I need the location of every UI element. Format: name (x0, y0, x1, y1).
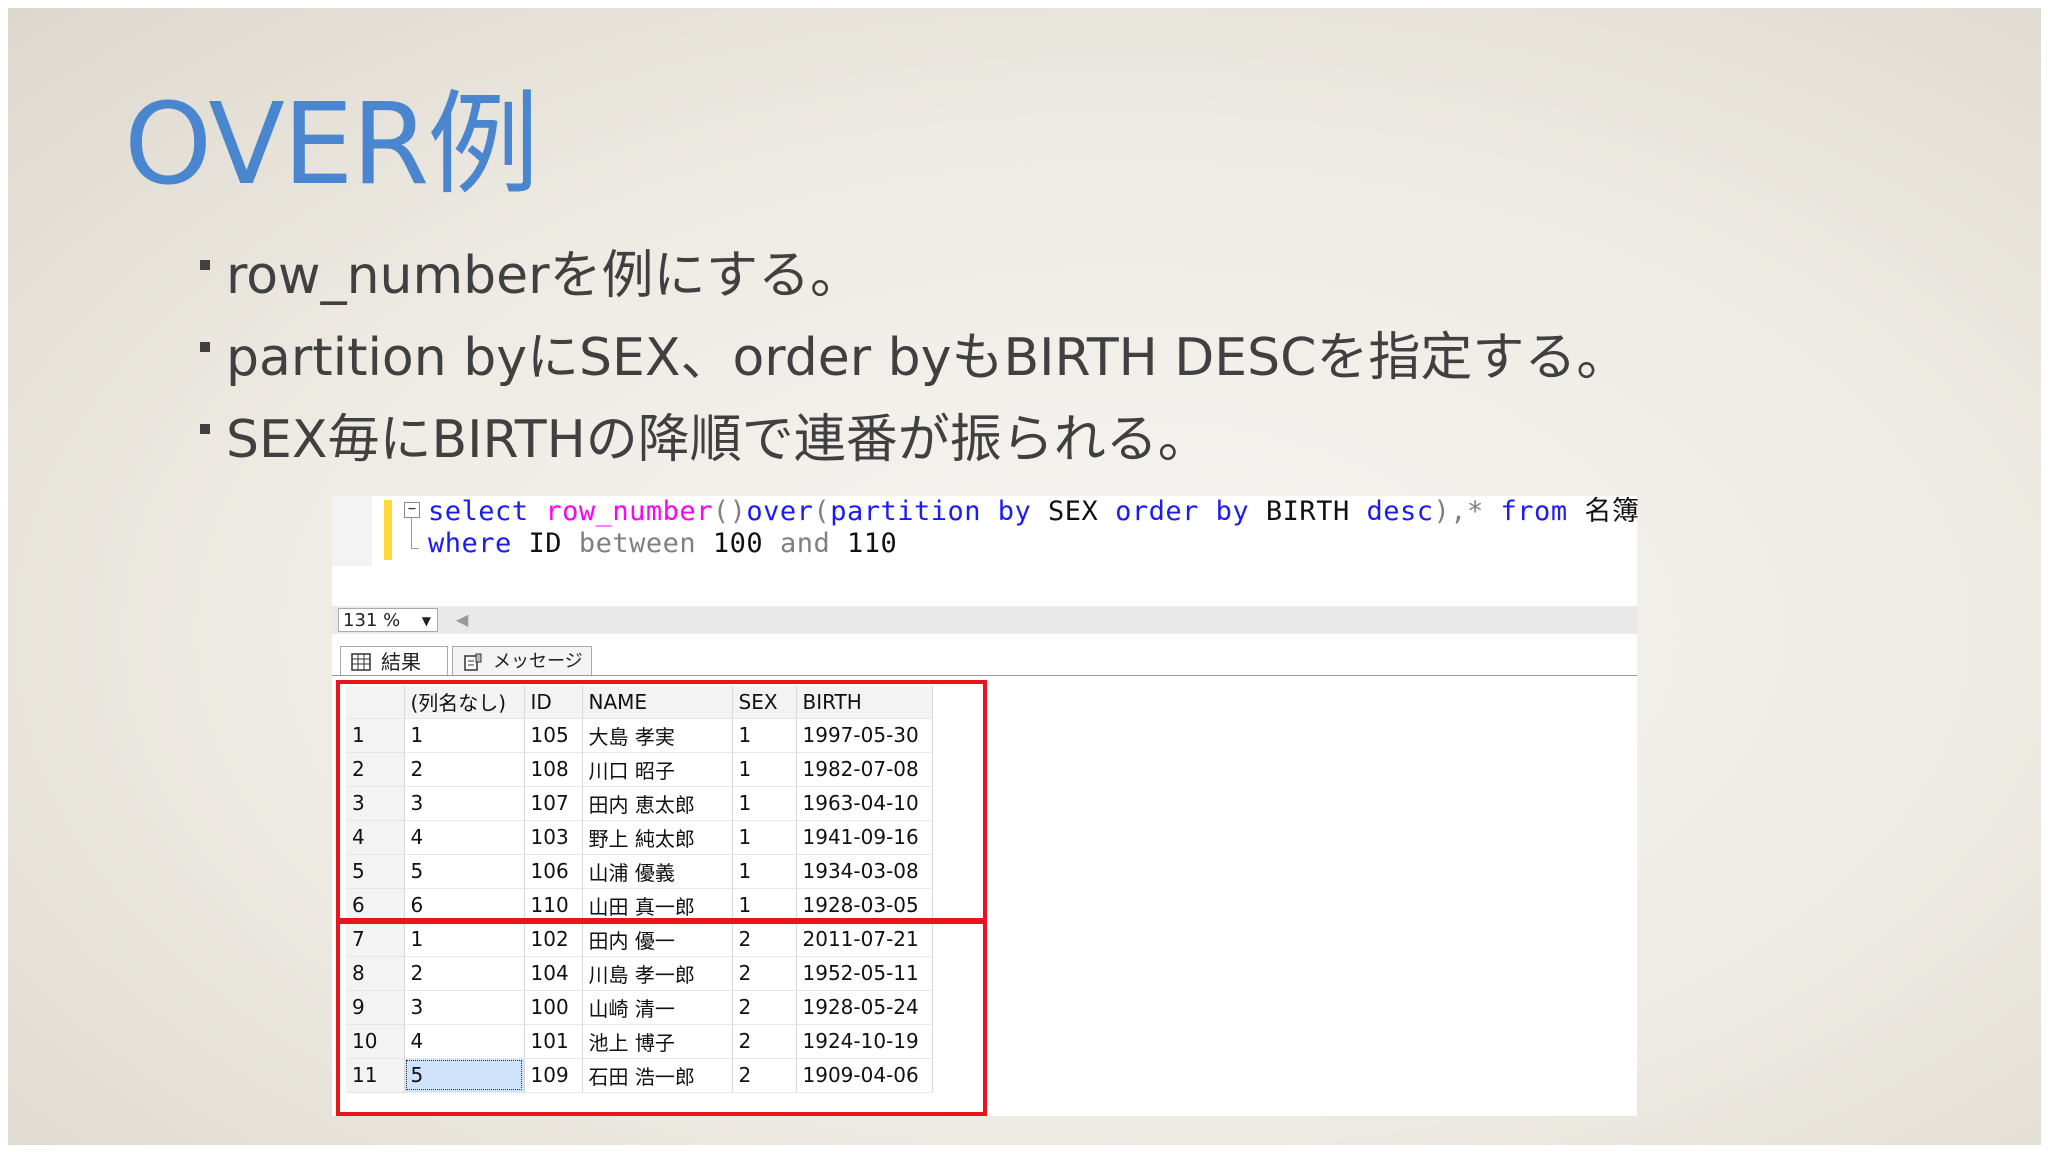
code-token: select (428, 496, 529, 527)
code-line-1: select row_number()over(partition by SEX… (428, 496, 1639, 528)
zoom-bar: 131 % ▼ ◀ (332, 606, 1637, 634)
collapse-icon[interactable]: − (404, 502, 420, 518)
code-token: ID (528, 528, 563, 559)
bullet-text: SEX毎にBIRTHの降順で連番が振られる。 (226, 410, 1210, 470)
bullet-marker (200, 342, 210, 352)
editor-gutter (332, 496, 372, 566)
query-editor[interactable]: − select row_number()over(partition by S… (332, 496, 1639, 566)
bullet-item: partition byにSEX、order byもBIRTH DESCを指定す… (200, 328, 1628, 388)
outline-line (411, 518, 412, 548)
code-token: BIRTH (1265, 496, 1350, 527)
tab-results[interactable]: 結果 (340, 646, 448, 676)
code-token: between (578, 528, 697, 559)
code-token: ( (813, 496, 831, 527)
result-tabs: 結果 メッセージ (332, 646, 1637, 676)
tab-label: 結果 (381, 650, 421, 674)
zoom-value: 131 % (343, 610, 401, 631)
code-token: 100 (712, 528, 764, 559)
code-token: ),* (1433, 496, 1484, 527)
highlight-box-group-2 (336, 920, 987, 1116)
code-line-2: where ID between 100 and 110 (428, 528, 897, 560)
code-token: row_number (545, 496, 713, 527)
slide-title: OVER例 (124, 80, 539, 210)
code-token: and (779, 528, 831, 559)
tab-divider (332, 675, 1637, 676)
change-indicator (384, 500, 392, 560)
highlight-box-group-1 (336, 680, 987, 922)
tab-messages[interactable]: メッセージ (452, 646, 592, 676)
bullet-item: SEX毎にBIRTHの降順で連番が振られる。 (200, 410, 1210, 470)
code-token: partition (830, 496, 981, 527)
tab-label: メッセージ (493, 651, 583, 672)
bullet-marker (200, 424, 210, 434)
chevron-down-icon: ▼ (421, 614, 431, 628)
outline-line-end (411, 548, 419, 549)
code-token: by (997, 496, 1032, 527)
code-token: 名簿 (1584, 496, 1640, 527)
code-token: where (428, 528, 512, 559)
code-token: by (1215, 496, 1250, 527)
code-token: 110 (846, 528, 898, 559)
slide: OVER例 row_numberを例にする。 partition byにSEX、… (8, 8, 2041, 1145)
code-token: desc (1366, 496, 1434, 527)
scroll-left-icon[interactable]: ◀ (456, 610, 468, 629)
bullet-marker (200, 260, 210, 270)
bullet-item: row_numberを例にする。 (200, 246, 862, 306)
zoom-dropdown[interactable]: 131 % ▼ (338, 608, 438, 632)
bullet-text: row_numberを例にする。 (226, 246, 863, 306)
code-token: order (1115, 496, 1199, 527)
code-token: () (712, 496, 747, 527)
code-token: from (1500, 496, 1568, 527)
bullet-text: partition byにSEX、order byもBIRTH DESCを指定す… (226, 328, 1629, 388)
code-token: over (746, 496, 814, 527)
grid-icon (351, 653, 371, 671)
ssms-screenshot: − select row_number()over(partition by S… (332, 496, 1639, 1116)
code-token: SEX (1048, 496, 1099, 527)
message-icon (464, 653, 482, 671)
